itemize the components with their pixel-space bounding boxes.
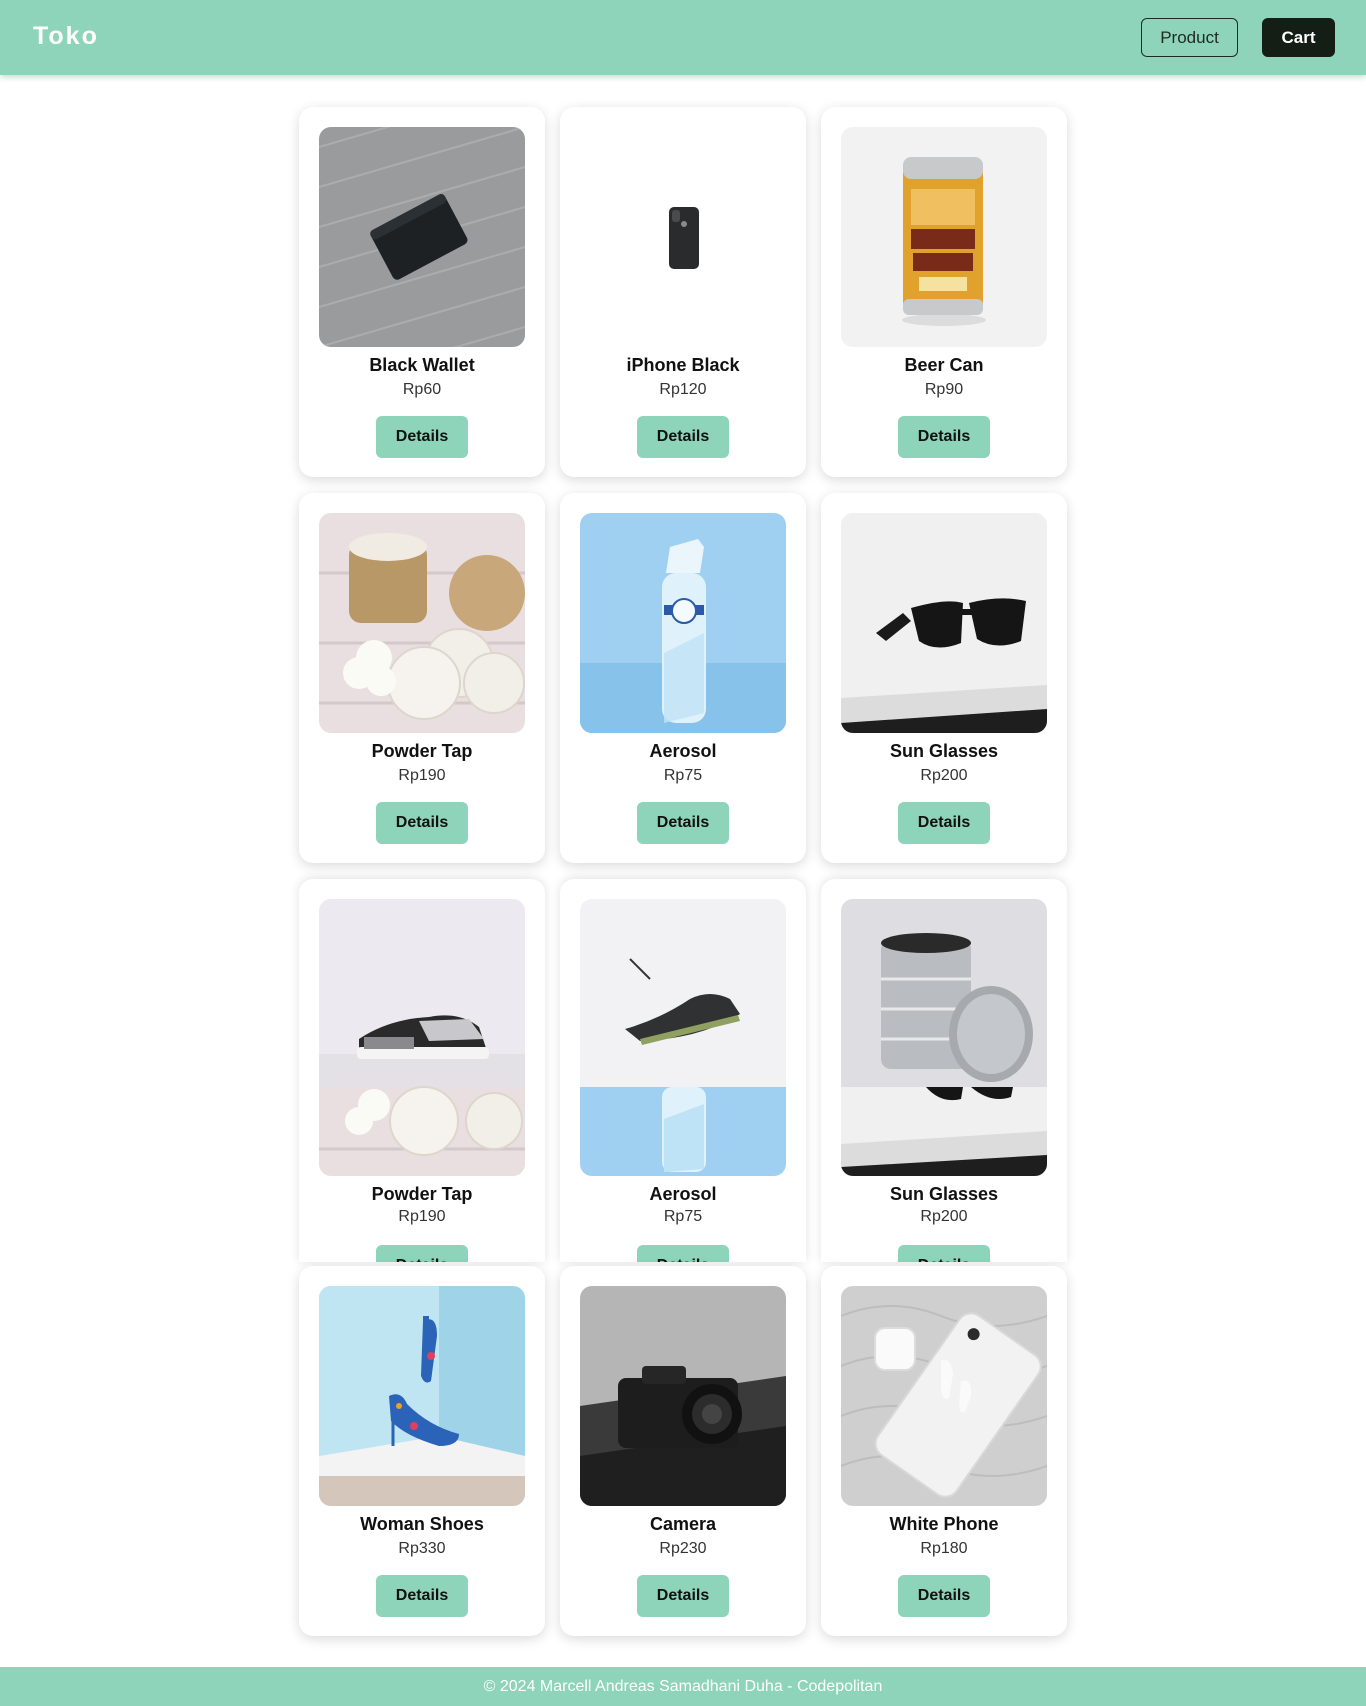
product-card: iPhone Black Rp120 Details bbox=[560, 107, 806, 477]
product-price: Rp75 bbox=[663, 767, 703, 784]
product-card: Aerosol Rp75 Details bbox=[560, 879, 806, 1262]
product-name: Camera bbox=[649, 1514, 717, 1534]
details-button[interactable]: Details bbox=[898, 1245, 990, 1262]
product-image-aerosol bbox=[580, 513, 786, 733]
product-name: Sun Glasses bbox=[889, 1184, 999, 1204]
product-card: Aerosol Rp75 Details bbox=[560, 493, 806, 863]
product-grid: Black Wallet Rp60 Details iPhone Black R… bbox=[0, 0, 1366, 1706]
product-image-sun-glasses bbox=[841, 899, 1047, 1176]
product-name: Beer Can bbox=[904, 355, 984, 375]
product-card: Black Wallet Rp60 Details bbox=[299, 107, 545, 477]
product-card: Sun Glasses Rp200 Details bbox=[821, 493, 1067, 863]
details-button[interactable]: Details bbox=[376, 416, 468, 458]
product-price: Rp90 bbox=[924, 381, 964, 398]
footer-copyright: © 2024 Marcell Andreas Samadhani Duha - … bbox=[483, 1677, 883, 1695]
product-image-woman-shoes bbox=[319, 1286, 525, 1506]
product-image-camera bbox=[580, 1286, 786, 1506]
details-button[interactable]: Details bbox=[637, 1245, 729, 1262]
product-image-iphone-black bbox=[580, 127, 786, 347]
product-price: Rp75 bbox=[663, 1208, 703, 1225]
product-image-powder-tap bbox=[319, 513, 525, 733]
product-price: Rp190 bbox=[398, 767, 446, 784]
details-button[interactable]: Details bbox=[376, 1575, 468, 1617]
cart-button[interactable]: Cart bbox=[1262, 18, 1335, 57]
product-name: Powder Tap bbox=[371, 1184, 473, 1204]
details-button[interactable]: Details bbox=[637, 802, 729, 844]
details-button[interactable]: Details bbox=[898, 802, 990, 844]
details-button[interactable]: Details bbox=[637, 416, 729, 458]
product-card: Beer Can Rp90 Details bbox=[821, 107, 1067, 477]
navbar: Toko Product Cart bbox=[0, 0, 1366, 75]
product-button[interactable]: Product bbox=[1141, 18, 1238, 57]
details-button[interactable]: Details bbox=[898, 416, 990, 458]
details-button[interactable]: Details bbox=[898, 1575, 990, 1617]
product-card: Woman Shoes Rp330 Details bbox=[299, 1266, 545, 1636]
product-name: Aerosol bbox=[649, 741, 717, 761]
product-price: Rp180 bbox=[920, 1540, 968, 1557]
footer: © 2024 Marcell Andreas Samadhani Duha - … bbox=[0, 1667, 1366, 1706]
product-name: White Phone bbox=[889, 1514, 999, 1534]
product-price: Rp200 bbox=[920, 1208, 968, 1225]
product-price: Rp190 bbox=[398, 1208, 446, 1225]
product-card: Camera Rp230 Details bbox=[560, 1266, 806, 1636]
product-price: Rp120 bbox=[659, 381, 707, 398]
product-price: Rp230 bbox=[659, 1540, 707, 1557]
product-image-white-phone bbox=[841, 1286, 1047, 1506]
product-name: Aerosol bbox=[649, 1184, 717, 1204]
product-price: Rp200 bbox=[920, 767, 968, 784]
details-button[interactable]: Details bbox=[637, 1575, 729, 1617]
product-card: White Phone Rp180 Details bbox=[821, 1266, 1067, 1636]
product-image-black-wallet bbox=[319, 127, 525, 347]
product-name: Powder Tap bbox=[371, 741, 473, 761]
product-name: Sun Glasses bbox=[889, 741, 999, 761]
brand-logo[interactable]: Toko bbox=[33, 22, 99, 51]
product-price: Rp60 bbox=[402, 381, 442, 398]
product-name: Black Wallet bbox=[369, 355, 475, 375]
product-name: Woman Shoes bbox=[360, 1514, 484, 1534]
product-card: Sun Glasses Rp200 Details bbox=[821, 879, 1067, 1262]
product-card: Powder Tap Rp190 Details bbox=[299, 879, 545, 1262]
product-image-beer-can bbox=[841, 127, 1047, 347]
details-button[interactable]: Details bbox=[376, 1245, 468, 1262]
product-card: Powder Tap Rp190 Details bbox=[299, 493, 545, 863]
product-image-aerosol bbox=[580, 899, 786, 1176]
details-button[interactable]: Details bbox=[376, 802, 468, 844]
product-image-sun-glasses bbox=[841, 513, 1047, 733]
product-price: Rp330 bbox=[398, 1540, 446, 1557]
product-image-powder-tap bbox=[319, 899, 525, 1176]
product-name: iPhone Black bbox=[626, 355, 740, 375]
